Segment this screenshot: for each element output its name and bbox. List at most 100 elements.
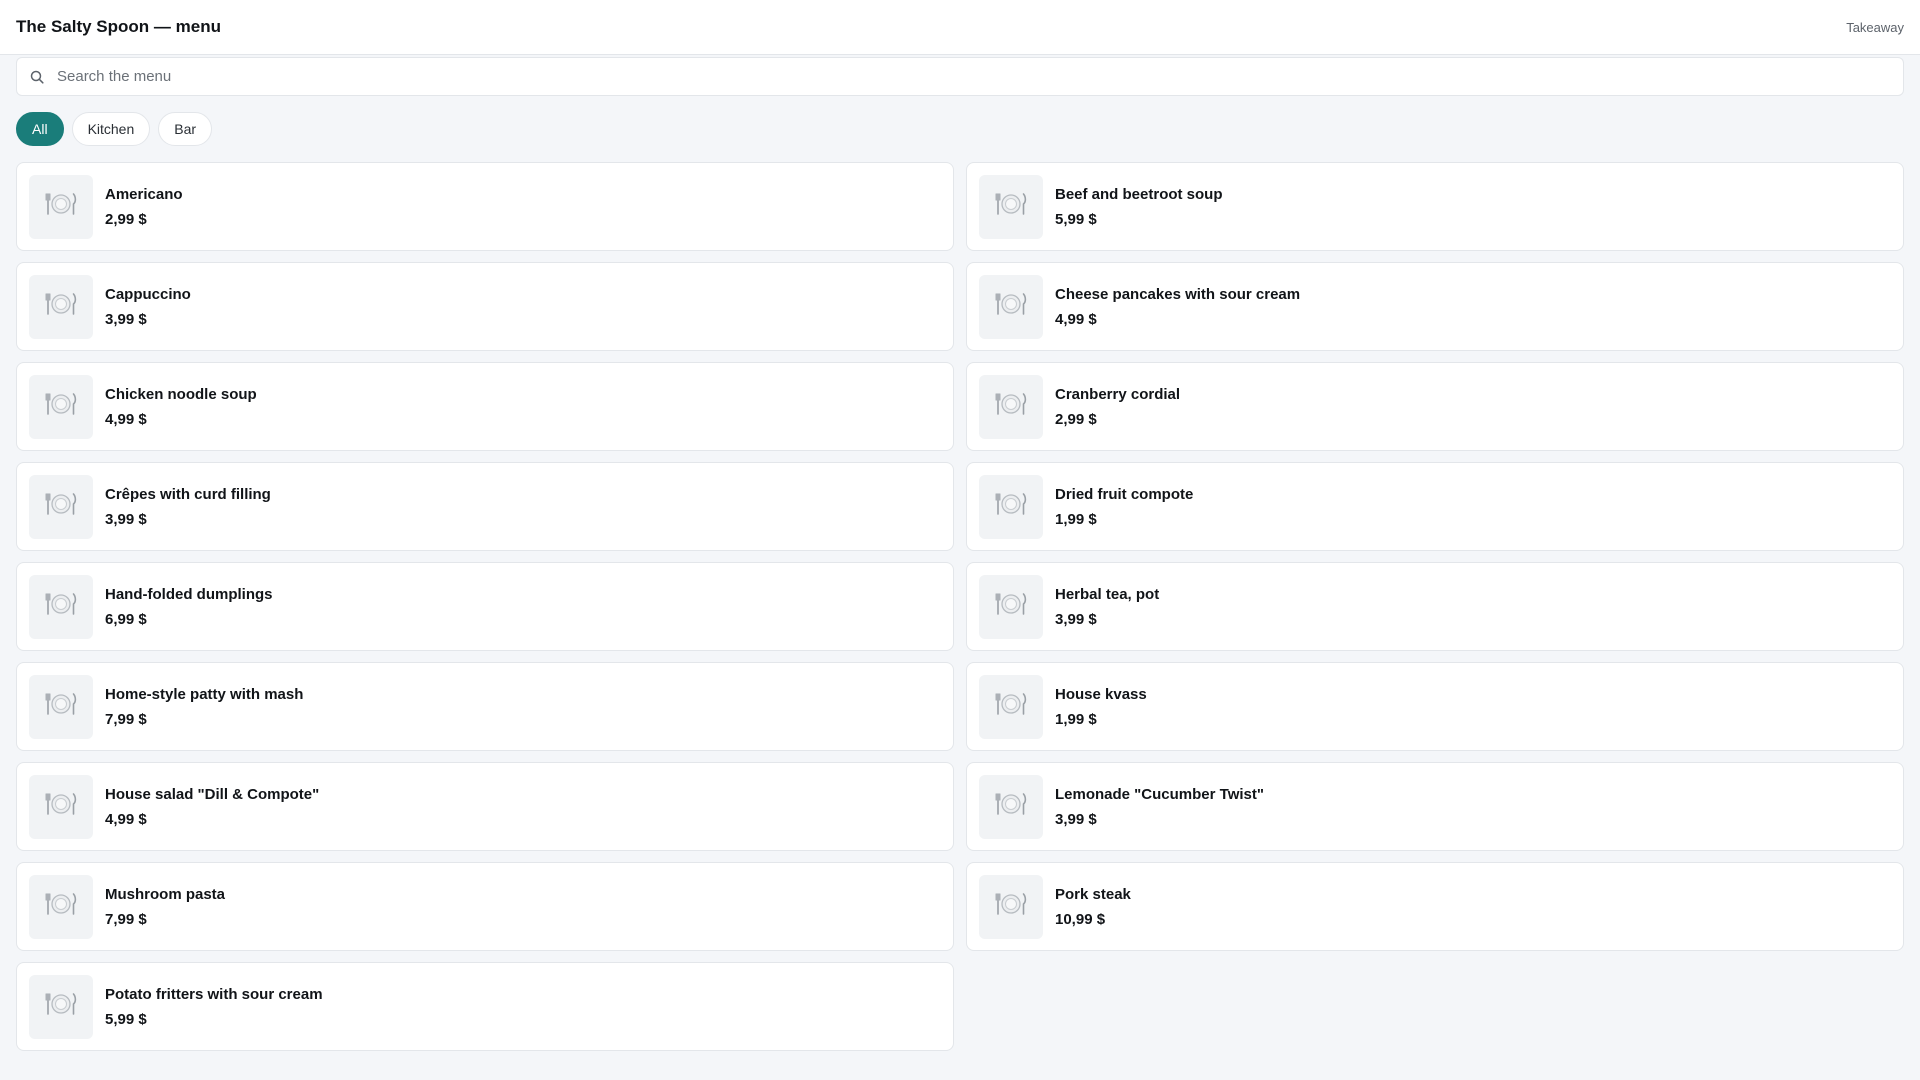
item-details: Lemonade "Cucumber Twist" 3,99 $ [1055,786,1264,828]
item-name: House salad "Dill & Compote" [105,785,320,803]
item-name: Lemonade "Cucumber Twist" [1055,785,1264,803]
menu-item-card[interactable]: Dried fruit compote 1,99 $ [966,462,1904,551]
menu-item-card[interactable]: Cranberry cordial 2,99 $ [966,362,1904,451]
plate-cutlery-icon [44,991,78,1022]
item-price: 4,99 $ [105,810,147,828]
item-thumbnail [979,574,1043,639]
item-name: Beef and beetroot soup [1055,185,1223,203]
plate-cutlery-icon [994,391,1028,422]
search-input[interactable] [57,68,1891,85]
item-details: Pork steak 10,99 $ [1055,886,1131,928]
plate-cutlery-icon [994,291,1028,322]
item-thumbnail [29,374,93,439]
plate-cutlery-icon [44,891,78,922]
plate-cutlery-icon [44,691,78,722]
plate-cutlery-icon [994,791,1028,822]
menu-item-card[interactable]: Cappuccino 3,99 $ [16,262,954,351]
page-title: The Salty Spoon — menu [16,17,221,36]
item-price: 5,99 $ [105,1010,147,1028]
item-price: 7,99 $ [105,910,147,928]
order-mode-link[interactable]: Takeaway [1846,20,1904,35]
item-name: Chicken noodle soup [105,385,257,403]
menu-item-card[interactable]: Cheese pancakes with sour cream 4,99 $ [966,262,1904,351]
menu-item-card[interactable]: Chicken noodle soup 4,99 $ [16,362,954,451]
item-name: Mushroom pasta [105,885,226,903]
item-details: Beef and beetroot soup 5,99 $ [1055,186,1223,228]
search-icon [29,69,45,85]
plate-cutlery-icon [44,191,78,222]
menu-item-card[interactable]: Crêpes with curd filling 3,99 $ [16,462,954,551]
item-price: 3,99 $ [105,310,147,328]
menu-item-card[interactable]: House salad "Dill & Compote" 4,99 $ [16,762,954,851]
item-name: Potato fritters with sour cream [105,985,323,1003]
item-price: 4,99 $ [1055,310,1097,328]
item-price: 2,99 $ [1055,410,1097,428]
menu-item-card[interactable]: Americano 2,99 $ [16,162,954,251]
item-price: 2,99 $ [105,210,147,228]
item-price: 6,99 $ [105,610,147,628]
item-details: Cranberry cordial 2,99 $ [1055,386,1180,428]
item-price: 4,99 $ [105,410,147,428]
plate-cutlery-icon [44,591,78,622]
menu-item-card[interactable]: Pork steak 10,99 $ [966,862,1904,951]
item-thumbnail [29,674,93,739]
item-name: Dried fruit compote [1055,485,1194,503]
item-price: 3,99 $ [105,510,147,528]
filter-chip-kitchen[interactable]: Kitchen [71,112,151,146]
menu-item-card[interactable]: Beef and beetroot soup 5,99 $ [966,162,1904,251]
search-bar[interactable] [16,57,1904,96]
item-name: Cappuccino [105,285,191,303]
item-details: Americano 2,99 $ [105,186,183,228]
item-name: House kvass [1055,685,1147,703]
menu-item-card[interactable]: Home-style patty with mash 7,99 $ [16,662,954,751]
menu-item-card[interactable]: Potato fritters with sour cream 5,99 $ [16,962,954,1051]
plate-cutlery-icon [994,591,1028,622]
plate-cutlery-icon [994,191,1028,222]
item-details: Chicken noodle soup 4,99 $ [105,386,257,428]
item-name: Crêpes with curd filling [105,485,271,503]
item-details: House salad "Dill & Compote" 4,99 $ [105,786,319,828]
item-details: Mushroom pasta 7,99 $ [105,886,225,928]
item-price: 1,99 $ [1055,710,1097,728]
item-price: 3,99 $ [1055,810,1097,828]
plate-cutlery-icon [44,491,78,522]
menu-item-card[interactable]: Hand-folded dumplings 6,99 $ [16,562,954,651]
menu-item-card[interactable]: Herbal tea, pot 3,99 $ [966,562,1904,651]
item-details: Crêpes with curd filling 3,99 $ [105,486,271,528]
item-thumbnail [29,974,93,1039]
item-name: Cranberry cordial [1055,385,1181,403]
item-thumbnail [29,574,93,639]
top-bar: The Salty Spoon — menu Takeaway [0,0,1920,55]
item-details: Hand-folded dumplings 6,99 $ [105,586,272,628]
item-price: 3,99 $ [1055,610,1097,628]
category-filters: All Kitchen Bar [16,112,1904,146]
menu-item-card[interactable]: House kvass 1,99 $ [966,662,1904,751]
item-thumbnail [979,174,1043,239]
item-thumbnail [29,274,93,339]
item-name: Americano [105,185,183,203]
menu-item-card[interactable]: Lemonade "Cucumber Twist" 3,99 $ [966,762,1904,851]
plate-cutlery-icon [994,691,1028,722]
item-thumbnail [29,774,93,839]
item-name: Pork steak [1055,885,1131,903]
filter-chip-bar[interactable]: Bar [158,112,213,146]
filter-chip-all[interactable]: All [16,112,64,146]
item-price: 10,99 $ [1055,910,1106,928]
menu-grid: Americano 2,99 $ Beef and beetroot soup … [16,162,1904,1051]
item-name: Home-style patty with mash [105,685,304,703]
item-thumbnail [29,474,93,539]
menu-item-card[interactable]: Mushroom pasta 7,99 $ [16,862,954,951]
item-details: Cheese pancakes with sour cream 4,99 $ [1055,286,1300,328]
item-thumbnail [29,874,93,939]
item-details: Home-style patty with mash 7,99 $ [105,686,303,728]
item-thumbnail [979,374,1043,439]
item-price: 1,99 $ [1055,510,1097,528]
item-thumbnail [979,274,1043,339]
item-price: 7,99 $ [105,710,147,728]
item-thumbnail [979,874,1043,939]
item-details: Dried fruit compote 1,99 $ [1055,486,1193,528]
menu-content: All Kitchen Bar [0,55,1920,1051]
plate-cutlery-icon [44,391,78,422]
item-thumbnail [979,674,1043,739]
item-price: 5,99 $ [1055,210,1097,228]
